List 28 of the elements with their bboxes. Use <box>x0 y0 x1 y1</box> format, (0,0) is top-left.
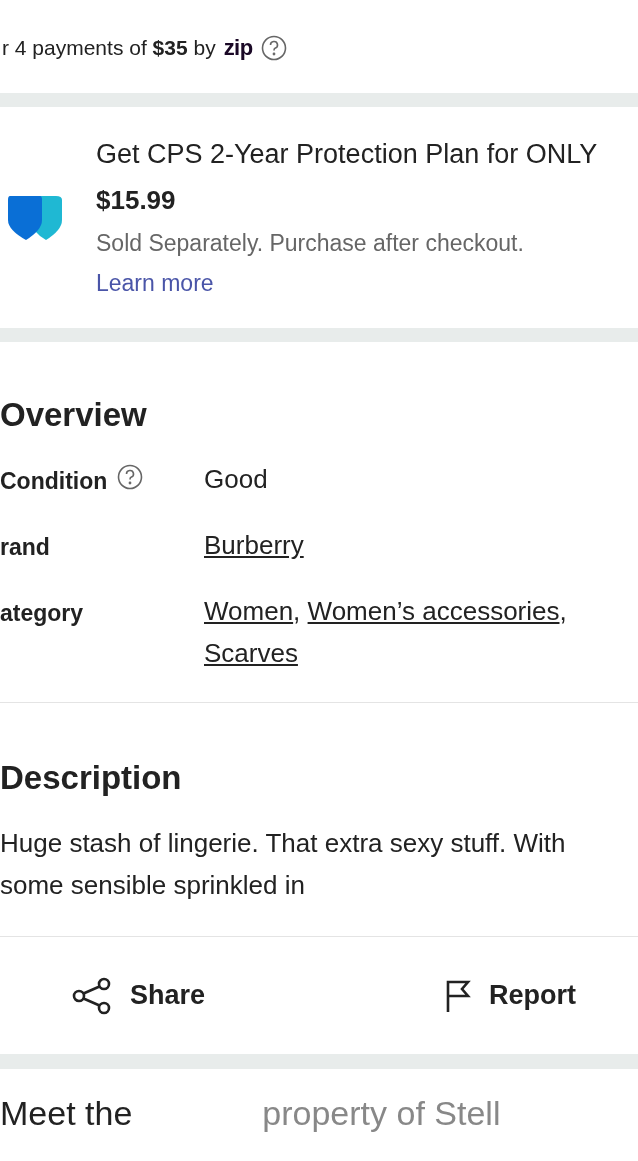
share-button[interactable]: Share <box>72 975 206 1016</box>
section-heading: Meet the <box>0 1093 133 1134</box>
learn-more-link[interactable]: Learn more <box>96 266 598 301</box>
help-icon[interactable] <box>260 34 287 61</box>
comma-text: , <box>559 595 567 626</box>
value-link[interactable]: Burberry <box>204 529 304 560</box>
description-text: Huge stash of lingerie. That extra sexy stuff. With some sensible sprinkled in <box>0 827 567 902</box>
share-icon <box>72 976 112 1015</box>
overview-heading: Overview <box>0 395 148 435</box>
protection-price: $15.99 <box>96 183 177 217</box>
report-button[interactable]: Report <box>445 975 576 1016</box>
shield-icon <box>6 193 64 242</box>
overview-value: Good <box>204 463 268 494</box>
overview-label: rand <box>0 532 50 562</box>
value-link[interactable]: Women’s accessories <box>307 595 560 626</box>
zip-logo: zip <box>223 34 253 62</box>
payment-text: r 4 payments of $35 by <box>2 34 216 61</box>
help-icon[interactable] <box>117 463 144 490</box>
section-subtitle: property of Stell <box>262 1093 501 1134</box>
overview-label: Condition <box>0 466 108 496</box>
flag-icon <box>445 978 471 1013</box>
value-link[interactable]: Women <box>204 595 294 626</box>
comma-text: , <box>293 595 301 626</box>
overview-label: ategory <box>0 598 84 628</box>
description-heading: Description <box>0 757 183 798</box>
protection-title: Get CPS 2-Year Protection Plan for ONLY <box>96 138 598 172</box>
protection-note: Sold Separately. Purchase after checkout. <box>96 228 525 258</box>
value-link[interactable]: Scarves <box>204 637 298 668</box>
